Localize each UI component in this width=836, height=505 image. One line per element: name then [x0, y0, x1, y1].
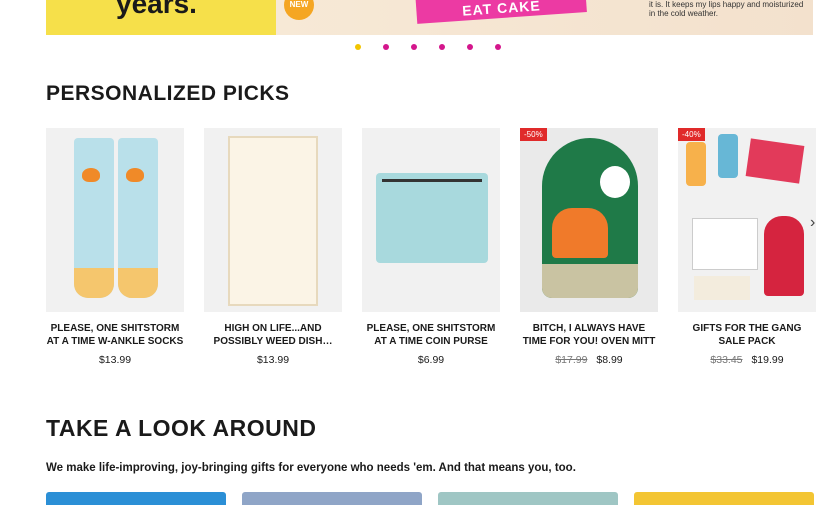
chevron-right-icon[interactable]: ›	[810, 214, 815, 232]
product-name[interactable]: HIGH ON LIFE...AND POSSIBLY WEED DISH…	[204, 322, 342, 348]
product-carousel: PLEASE, ONE SHITSTORM AT A TIME W-ANKLE …	[46, 128, 816, 366]
product-price-row: $13.99	[46, 354, 184, 366]
sock-image	[118, 138, 158, 298]
carousel-dots	[355, 44, 501, 50]
new-badge: NEW	[284, 0, 314, 20]
look-around-subtitle: We make life-improving, joy-bringing gif…	[46, 462, 576, 474]
carousel-dot[interactable]	[495, 44, 501, 50]
dish-towel-image	[228, 136, 318, 306]
butterfly-icon	[126, 168, 144, 182]
category-tile[interactable]	[46, 492, 226, 505]
discount-badge: -40%	[678, 128, 705, 141]
carousel-dot[interactable]	[355, 44, 361, 50]
product-price: $19.99	[751, 354, 784, 366]
product-image[interactable]: -40%	[678, 128, 816, 312]
eat-cake-tag: EAT CAKE	[415, 0, 587, 24]
product-price-row: $6.99	[362, 354, 500, 366]
product-price-row: $17.99 $8.99	[520, 354, 658, 366]
product-name[interactable]: BITCH, I ALWAYS HAVE TIME FOR YOU! OVEN …	[520, 322, 658, 348]
coin-purse-image	[376, 173, 488, 263]
product-price: $13.99	[98, 354, 132, 366]
original-price: $17.99	[555, 354, 588, 366]
product-card[interactable]: PLEASE, ONE SHITSTORM AT A TIME COIN PUR…	[362, 128, 500, 366]
category-tiles	[46, 492, 814, 505]
category-tile[interactable]	[242, 492, 422, 505]
take-a-look-title: TAKE A LOOK AROUND	[46, 415, 317, 441]
product-card[interactable]: HIGH ON LIFE...AND POSSIBLY WEED DISH… $…	[204, 128, 342, 366]
sock-image	[74, 138, 114, 298]
product-name[interactable]: PLEASE, ONE SHITSTORM AT A TIME COIN PUR…	[362, 322, 500, 348]
product-price: $6.99	[417, 354, 445, 366]
category-tile[interactable]	[438, 492, 618, 505]
product-card[interactable]: -50% BITCH, I ALWAYS HAVE TIME FOR YOU! …	[520, 128, 658, 366]
product-name[interactable]: GIFTS FOR THE GANG SALE PACK	[678, 322, 816, 348]
product-price: $8.99	[596, 354, 623, 366]
product-name[interactable]: PLEASE, ONE SHITSTORM AT A TIME W-ANKLE …	[46, 322, 184, 348]
butterfly-icon	[82, 168, 100, 182]
carousel-dot[interactable]	[439, 44, 445, 50]
product-price-row: $13.99	[204, 354, 342, 366]
product-card[interactable]: PLEASE, ONE SHITSTORM AT A TIME W-ANKLE …	[46, 128, 184, 366]
carousel-dot[interactable]	[383, 44, 389, 50]
discount-badge: -50%	[520, 128, 547, 141]
personalized-picks-title: PERSONALIZED PICKS	[46, 82, 290, 105]
hero-quote: it is. It keeps my lips happy and moistu…	[649, 0, 804, 18]
oven-mitt-image	[542, 138, 638, 298]
hero-years-text: years.	[116, 0, 197, 19]
hero-banner[interactable]: years. NEW EAT CAKE it is. It keeps my l…	[46, 0, 813, 35]
carousel-dot[interactable]	[411, 44, 417, 50]
product-image[interactable]: -50%	[520, 128, 658, 312]
product-image[interactable]	[204, 128, 342, 312]
carousel-dot[interactable]	[467, 44, 473, 50]
product-image[interactable]	[362, 128, 500, 312]
product-image[interactable]	[46, 128, 184, 312]
product-price-row: $33.45 $19.99	[678, 354, 816, 366]
product-card[interactable]: -40% GIFTS FOR THE GANG SALE PACK $33.45…	[678, 128, 816, 366]
original-price: $33.45	[710, 354, 743, 366]
category-tile[interactable]	[634, 492, 814, 505]
product-price: $13.99	[256, 354, 290, 366]
